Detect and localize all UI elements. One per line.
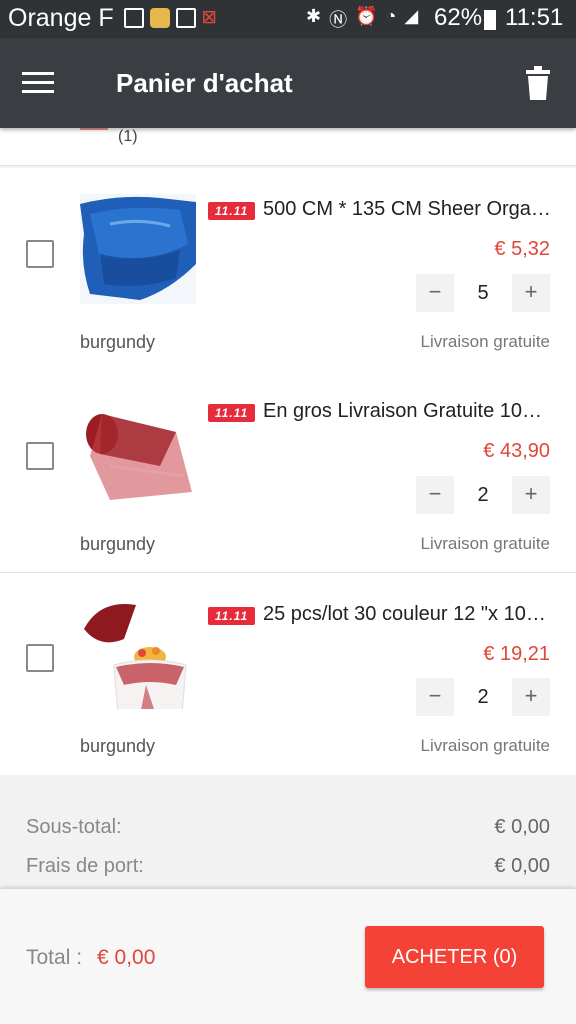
cart-screen: Orange F ☒ ✱ Ⓝ ⏰ ◔ ◢ 62% 11:51 Panier d'… (0, 0, 576, 1024)
image-icon (124, 8, 144, 28)
app-toolbar: Panier d'achat (0, 38, 576, 128)
shipping-info: Livraison gratuite (420, 534, 550, 553)
product-title[interactable]: En gros Livraison Gratuite 10m Organza (263, 400, 553, 423)
quantity-stepper: − 5 + (416, 274, 550, 312)
clock: 11:51 (505, 4, 564, 31)
wifi-icon: ◔ (385, 6, 397, 26)
product-price: € 19,21 (483, 643, 550, 665)
product-price: € 5,32 (494, 238, 550, 260)
quantity-value[interactable]: 2 (454, 678, 512, 716)
trash-icon[interactable] (526, 66, 550, 100)
notification-icon: ☒ (202, 10, 217, 27)
sd-card-icon (176, 8, 196, 28)
buy-button[interactable]: ACHETER (0) (365, 926, 544, 988)
battery-icon (484, 10, 496, 30)
decrease-button[interactable]: − (416, 476, 454, 514)
notification-icons: ☒ (124, 8, 222, 28)
order-summary: Sous-total: € 0,00 Frais de port: € 0,00 (0, 775, 576, 889)
product-price: € 43,90 (483, 440, 550, 462)
subtotal-label: Sous-total: (26, 816, 122, 838)
total-value: € 0,00 (97, 946, 156, 969)
increase-button[interactable]: + (512, 678, 550, 716)
shipping-fee-label: Frais de port: (26, 855, 144, 877)
shipping-info: Livraison gratuite (420, 736, 550, 755)
bluetooth-icon: ✱ (306, 6, 322, 26)
system-icons: ✱ Ⓝ ⏰ ◔ ◢ (306, 6, 418, 32)
battery-level: 62% (434, 4, 483, 31)
item-checkbox[interactable] (26, 240, 54, 268)
decrease-button[interactable]: − (416, 274, 454, 312)
menu-icon[interactable] (22, 72, 54, 94)
product-variant: burgundy (80, 736, 156, 756)
cart-item: 11.11 500 CM * 135 CM Sheer Organza Fabr… (0, 168, 576, 370)
nfc-icon: Ⓝ (329, 10, 348, 30)
status-bar: Orange F ☒ ✱ Ⓝ ⏰ ◔ ◢ 62% 11:51 (0, 0, 576, 38)
subtotal-value: € 0,00 (494, 816, 550, 838)
sale-badge: 11.11 (208, 202, 255, 220)
shipping-info: Livraison gratuite (420, 332, 550, 351)
increase-button[interactable]: + (512, 476, 550, 514)
product-image[interactable] (80, 599, 196, 709)
increase-button[interactable]: + (512, 274, 550, 312)
product-title[interactable]: 25 pcs/lot 30 couleur 12 "x 108" Organza (263, 603, 553, 626)
previous-item-partial: (1) (0, 122, 576, 166)
item-checkbox[interactable] (26, 442, 54, 470)
sale-badge: 11.11 (208, 404, 255, 422)
quantity-value[interactable]: 5 (454, 274, 512, 312)
app-icon (150, 8, 170, 28)
carrier-name: Orange F (8, 4, 114, 32)
sale-badge: 11.11 (208, 607, 255, 625)
cart-item: 11.11 En gros Livraison Gratuite 10m Org… (0, 370, 576, 572)
cart-item: 11.11 25 pcs/lot 30 couleur 12 "x 108" O… (0, 573, 576, 775)
decrease-button[interactable]: − (416, 678, 454, 716)
quantity-value[interactable]: 2 (454, 476, 512, 514)
quantity-stepper: − 2 + (416, 678, 550, 716)
product-variant: burgundy (80, 534, 156, 554)
page-title: Panier d'achat (116, 68, 293, 98)
checkout-bar: Total : € 0,00 ACHETER (0) (0, 889, 576, 1024)
partial-quantity: (1) (118, 128, 138, 145)
item-checkbox[interactable] (26, 644, 54, 672)
shipping-fee-value: € 0,00 (494, 855, 550, 877)
quantity-stepper: − 2 + (416, 476, 550, 514)
product-title[interactable]: 500 CM * 135 CM Sheer Organza Fabric (263, 198, 553, 221)
product-variant: burgundy (80, 332, 156, 352)
total-label: Total : (26, 946, 83, 969)
product-image[interactable] (80, 396, 196, 506)
product-image[interactable] (80, 194, 196, 304)
alarm-icon: ⏰ (355, 6, 378, 26)
signal-icon: ◢ (404, 6, 419, 26)
